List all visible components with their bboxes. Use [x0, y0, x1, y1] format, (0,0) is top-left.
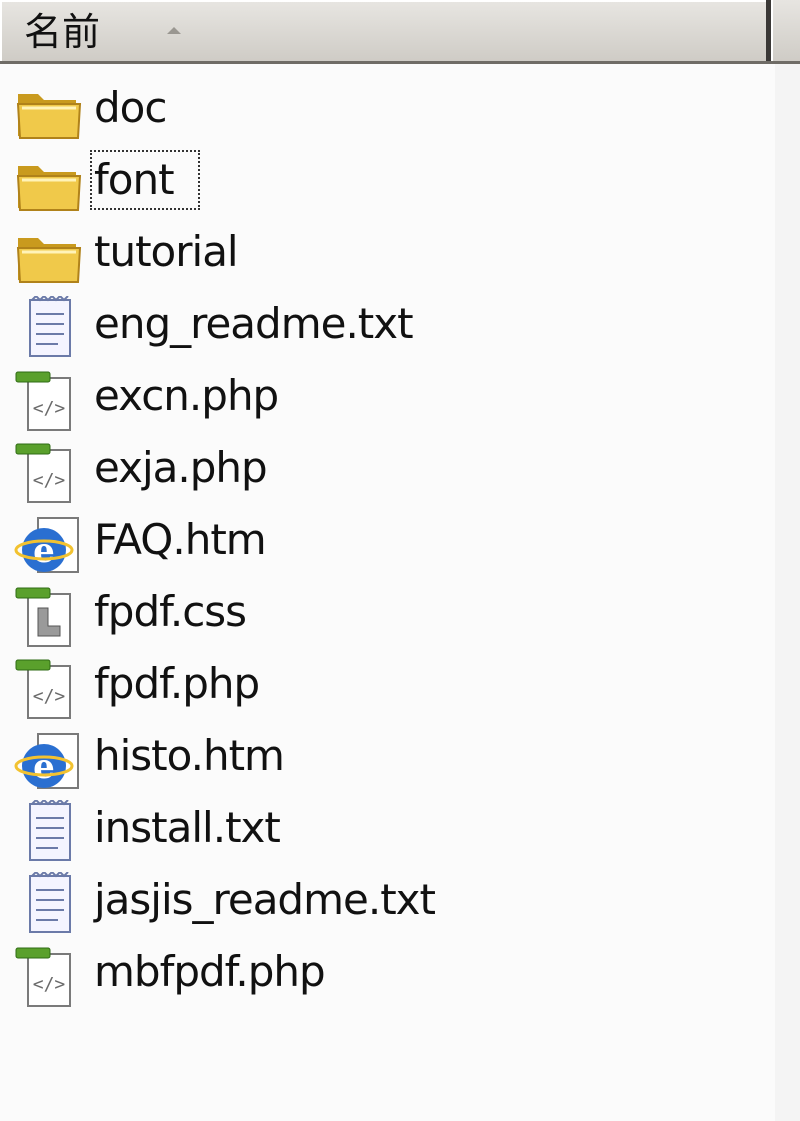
- html-file-icon: e: [14, 512, 86, 576]
- svg-text:</>: </>: [33, 398, 66, 419]
- file-name: install.txt: [94, 803, 281, 852]
- svg-text:</>: </>: [33, 974, 66, 995]
- php-file-icon: </>: [14, 656, 86, 720]
- file-name: doc: [94, 83, 167, 132]
- file-name: excn.php: [94, 371, 279, 420]
- list-item[interactable]: </> exja.php: [14, 436, 754, 504]
- file-name: fpdf.css: [94, 587, 247, 636]
- svg-text:</>: </>: [33, 470, 66, 491]
- file-name: FAQ.htm: [94, 515, 267, 564]
- css-file-icon: [14, 584, 86, 648]
- list-item[interactable]: e FAQ.htm: [14, 508, 754, 576]
- folder-icon: [14, 80, 86, 144]
- list-item[interactable]: jasjis_readme.txt: [14, 868, 754, 936]
- svg-text:</>: </>: [33, 686, 66, 707]
- folder-icon: [14, 224, 86, 288]
- text-file-icon: [14, 798, 86, 864]
- column-header-bar: 名前: [0, 0, 800, 64]
- php-file-icon: </>: [14, 440, 86, 504]
- text-file-icon: [14, 294, 86, 360]
- name-column-header[interactable]: 名前: [0, 0, 766, 61]
- sort-ascending-icon: [167, 27, 181, 34]
- file-name: jasjis_readme.txt: [94, 875, 436, 924]
- file-list-window: 名前 doc font tutorial eng_readme.txt </> …: [0, 0, 800, 1121]
- file-name: mbfpdf.php: [94, 947, 326, 996]
- next-column-header[interactable]: [773, 0, 800, 61]
- file-name: eng_readme.txt: [94, 299, 414, 348]
- file-name: tutorial: [94, 227, 239, 276]
- list-item[interactable]: doc: [14, 76, 754, 144]
- list-item[interactable]: </> fpdf.php: [14, 652, 754, 720]
- svg-text:e: e: [33, 531, 55, 571]
- file-name: histo.htm: [94, 731, 285, 780]
- svg-text:e: e: [33, 747, 55, 787]
- list-item[interactable]: e histo.htm: [14, 724, 754, 792]
- scrollbar-track[interactable]: [775, 64, 800, 1121]
- list-item[interactable]: </> excn.php: [14, 364, 754, 432]
- list-item[interactable]: tutorial: [14, 220, 754, 288]
- file-name: exja.php: [94, 443, 268, 492]
- html-file-icon: e: [14, 728, 86, 792]
- text-file-icon: [14, 870, 86, 936]
- list-item[interactable]: font: [14, 148, 754, 216]
- file-name-focused: font: [90, 150, 200, 210]
- file-name: fpdf.php: [94, 659, 260, 708]
- folder-icon: [14, 152, 86, 216]
- php-file-icon: </>: [14, 368, 86, 432]
- list-item[interactable]: </> mbfpdf.php: [14, 940, 754, 1008]
- list-item[interactable]: eng_readme.txt: [14, 292, 754, 360]
- php-file-icon: </>: [14, 944, 86, 1008]
- list-item[interactable]: fpdf.css: [14, 580, 754, 648]
- column-resize-handle[interactable]: [766, 0, 773, 61]
- name-column-label: 名前: [24, 10, 101, 54]
- file-list: doc font tutorial eng_readme.txt </> exc…: [0, 64, 775, 1121]
- list-item[interactable]: install.txt: [14, 796, 754, 864]
